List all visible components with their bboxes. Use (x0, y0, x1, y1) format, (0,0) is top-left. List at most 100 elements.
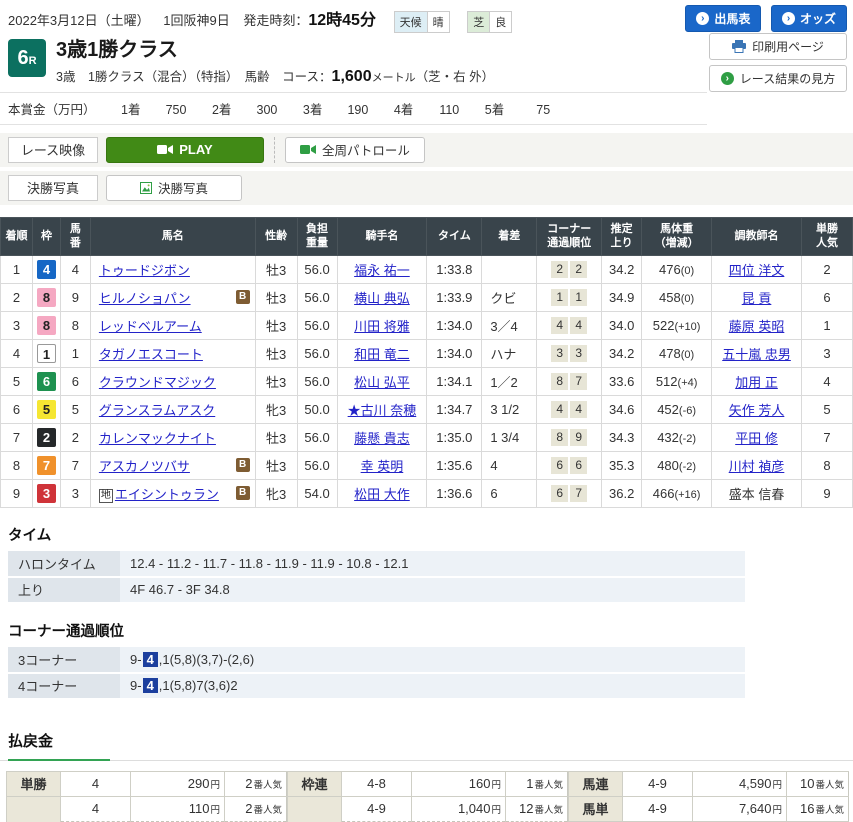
trainer-link[interactable]: 五十嵐 忠男 (722, 347, 791, 362)
trainer-link[interactable]: 藤原 英昭 (729, 319, 785, 334)
finish-photo-button[interactable]: 決勝写真 (106, 175, 242, 201)
jockey-link[interactable]: 横山 典弘 (354, 291, 410, 306)
jockey-link[interactable]: 松山 弘平 (354, 375, 410, 390)
corner-position: 2 (570, 261, 587, 278)
jockey-link[interactable]: 松田 大作 (354, 487, 410, 502)
waku-cell: 8 (32, 311, 60, 339)
prize-amount: 75 (504, 103, 550, 117)
jockey-link[interactable]: 和田 竜二 (354, 347, 410, 362)
horse-link[interactable]: タガノエスコート (99, 347, 203, 362)
play-button[interactable]: PLAY (106, 137, 264, 163)
waku-badge: 2 (37, 428, 56, 447)
corner-position: 4 (551, 401, 568, 418)
horse-number-cell: 8 (60, 311, 90, 339)
payout-row: 単勝4290円2番人気 (7, 771, 287, 796)
horse-weight-cell: 476(0) (642, 255, 712, 283)
horse-weight-diff: (0) (681, 349, 694, 361)
blinker-badge: B (236, 486, 250, 500)
results-header-cell: 馬名 (90, 217, 255, 255)
horse-link[interactable]: レッドベルアーム (99, 319, 202, 334)
horse-link[interactable]: グランスラムアスク (99, 403, 215, 418)
rank-cell: 6 (1, 395, 33, 423)
horse-weight: 476 (659, 262, 681, 277)
yen-suffix: 円 (772, 780, 782, 791)
corner-position: 8 (551, 429, 568, 446)
time-cell: 1:34.7 (427, 395, 482, 423)
margin-cell: 6 (482, 479, 537, 507)
horse-link[interactable]: カレンマックナイト (99, 431, 216, 446)
waku-cell: 8 (32, 283, 60, 311)
lap-time-value: 12.4 - 11.2 - 11.7 - 11.8 - 11.9 - 11.9 … (120, 551, 745, 577)
jockey-cell: ★古川 奈穂 (337, 395, 427, 423)
guide-button-label: レース結果の見方 (740, 70, 835, 87)
horse-weight-cell: 458(0) (642, 283, 712, 311)
print-button[interactable]: 印刷用ページ (709, 33, 847, 60)
rank-cell: 7 (1, 423, 33, 451)
odds-button[interactable]: ›オッズ (771, 5, 847, 32)
table-row: 144トゥードジボン牡356.0福永 祐一1:33.82234.2476(0)四… (1, 255, 853, 283)
header-line: 推定 (603, 222, 640, 236)
jockey-link[interactable]: 川田 将雅 (354, 319, 410, 334)
horse-name-cell: グランスラムアスク (90, 395, 255, 423)
trainer-link[interactable]: 加用 正 (735, 375, 778, 390)
horse-weight: 512 (656, 374, 678, 389)
sex-age-cell: 牡3 (255, 311, 297, 339)
prize-place: 5着 (485, 103, 504, 117)
sex-age-cell: 牡3 (255, 423, 297, 451)
trainer-link[interactable]: 矢作 芳人 (729, 403, 785, 418)
results-header-cell: 着順 (1, 217, 33, 255)
guide-button[interactable]: › レース結果の見方 (709, 65, 847, 92)
jockey-cell: 福永 祐一 (337, 255, 427, 283)
entries-button-label: 出馬表 (714, 10, 750, 27)
race-video-row: レース映像 PLAY 全周パトロール (0, 133, 853, 167)
jockey-cell: 松山 弘平 (337, 367, 427, 395)
horse-link[interactable]: クラウンドマジック (99, 375, 216, 390)
results-header-cell: コーナー通過順位 (537, 217, 602, 255)
jockey-cell: 松田 大作 (337, 479, 427, 507)
margin-cell: 3／4 (482, 311, 537, 339)
corner3-order: 9-4,1(5,8)(3,7)-(2,6) (120, 647, 745, 673)
results-header-cell: 馬番 (60, 217, 90, 255)
payout-amount-value: 110 (189, 801, 210, 816)
payout-popularity: 2番人気 (225, 771, 287, 796)
trainer-link[interactable]: 昆 貢 (742, 291, 772, 306)
jockey-link[interactable]: 藤懸 貴志 (354, 431, 410, 446)
horse-link[interactable]: エイシントゥラン (115, 487, 219, 502)
corner-order-prefix: 9- (130, 652, 142, 667)
corner-order-cell: 11 (537, 283, 602, 311)
entries-button[interactable]: ›出馬表 (685, 5, 761, 32)
last3f-cell: 35.3 (602, 451, 642, 479)
waku-badge: 3 (37, 484, 56, 503)
time-table: ハロンタイム 12.4 - 11.2 - 11.7 - 11.8 - 11.9 … (8, 551, 745, 604)
horse-link[interactable]: アスカノツバサ (99, 459, 190, 474)
horse-name-cell: トゥードジボン (90, 255, 255, 283)
start-time: 12時45分 (308, 12, 376, 29)
trainer-link[interactable]: 平田 修 (735, 431, 778, 446)
bet-type-label: ワイド (288, 796, 342, 822)
corner-position: 3 (551, 345, 568, 362)
corner-order-suffix: ,1(5,8)(3,7)-(2,6) (159, 652, 254, 667)
corner-order-cell: 66 (537, 451, 602, 479)
horse-link[interactable]: トゥードジボン (99, 263, 190, 278)
header-line: 性齢 (257, 229, 296, 243)
payout-popularity: 2番人気 (225, 796, 287, 821)
corner-position: 8 (551, 373, 568, 390)
trainer-link[interactable]: 四位 洋文 (729, 263, 785, 278)
results-header-cell: 単勝人気 (801, 217, 852, 255)
patrol-video-button[interactable]: 全周パトロール (285, 137, 425, 163)
results-header-cell: 性齢 (255, 217, 297, 255)
corner-table: 3コーナー 9-4,1(5,8)(3,7)-(2,6) 4コーナー 9-4,1(… (8, 647, 745, 700)
course-distance: 1,600 (332, 68, 372, 85)
win-popularity-cell: 5 (801, 395, 852, 423)
carried-weight-cell: 56.0 (297, 255, 337, 283)
horse-link[interactable]: ヒルノショパン (99, 291, 191, 306)
rank-cell: 4 (1, 339, 33, 367)
race-video-label: レース映像 (8, 137, 98, 163)
race-number-suffix: R (29, 55, 37, 67)
jockey-link[interactable]: ★古川 奈穂 (348, 403, 417, 418)
prize-place: 1着 (121, 103, 140, 117)
bet-type-label: 枠連 (288, 771, 342, 796)
jockey-link[interactable]: 福永 祐一 (354, 263, 410, 278)
trainer-link[interactable]: 川村 禎彦 (729, 459, 785, 474)
jockey-link[interactable]: 幸 英明 (361, 459, 404, 474)
